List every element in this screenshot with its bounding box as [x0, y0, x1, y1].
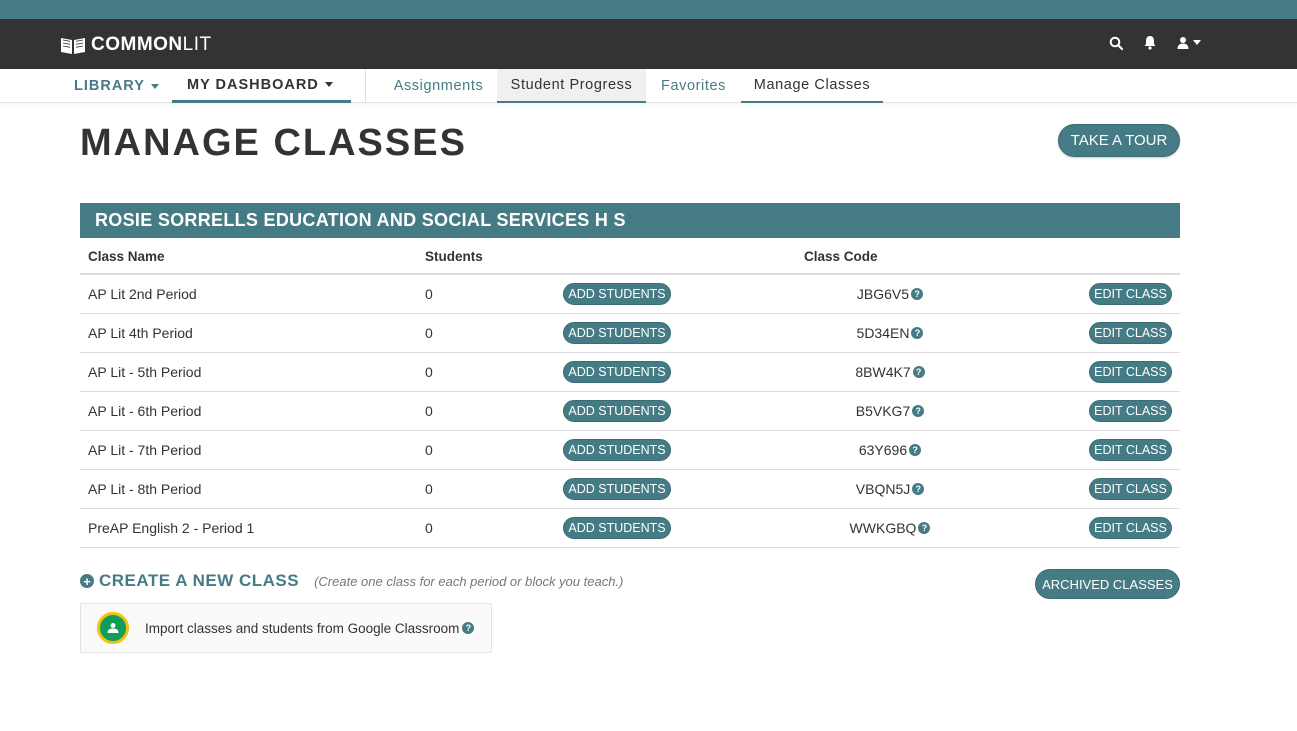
add-students-button[interactable]: ADD STUDENTS	[563, 361, 671, 383]
table-row: AP Lit 2nd Period 0 ADD STUDENTS JBG6V5? EDI…	[80, 275, 1180, 314]
navbar-icons	[1109, 35, 1201, 50]
table-row: PreAP English 2 - Period 1 0 ADD STUDENTS W…	[80, 509, 1180, 548]
table-row: AP Lit - 8th Period 0 ADD STUDENTS VBQN5J? E…	[80, 470, 1180, 509]
class-code: 5D34EN	[856, 325, 910, 341]
top-accent-strip	[0, 0, 1297, 19]
add-students-button[interactable]: ADD STUDENTS	[563, 517, 671, 539]
edit-class-button[interactable]: EDIT CLASS	[1089, 361, 1172, 383]
student-count: 0	[425, 403, 433, 419]
edit-class-button[interactable]: EDIT CLASS	[1089, 478, 1172, 500]
school-header: ROSIE SORRELLS EDUCATION AND SOCIAL SERV…	[80, 203, 1180, 238]
student-count: 0	[425, 520, 433, 536]
class-code-cell: 63Y696?	[780, 442, 1000, 458]
take-a-tour-button[interactable]: TAKE A TOUR	[1058, 124, 1180, 157]
help-icon[interactable]: ?	[462, 622, 475, 634]
library-dropdown[interactable]: LIBRARY	[74, 69, 159, 103]
archived-classes-button[interactable]: ARCHIVED CLASSES	[1035, 569, 1180, 599]
class-code-cell: VBQN5J?	[780, 481, 1000, 497]
classes-table: Class Name Students Class Code AP Lit 2n…	[80, 238, 1180, 548]
logo-wordmark: COMMONLIT	[91, 34, 212, 55]
edit-class-button[interactable]: EDIT CLASS	[1089, 517, 1172, 539]
google-classroom-import[interactable]: Import classes and students from Google …	[80, 603, 492, 653]
help-icon[interactable]: ?	[918, 522, 931, 534]
class-code: 63Y696	[858, 442, 908, 458]
search-icon[interactable]	[1109, 36, 1123, 50]
student-count: 0	[425, 442, 433, 458]
commonlit-logo[interactable]: COMMONLIT	[60, 34, 212, 56]
class-code: 8BW4K7	[855, 364, 911, 380]
header-students: Students	[425, 249, 483, 264]
nav-divider	[365, 69, 366, 103]
class-name: AP Lit - 5th Period	[88, 364, 202, 380]
top-navbar: COMMONLIT	[0, 19, 1297, 69]
edit-class-button[interactable]: EDIT CLASS	[1089, 322, 1172, 344]
add-students-button[interactable]: ADD STUDENTS	[563, 400, 671, 422]
class-code-cell: 8BW4K7?	[780, 364, 1000, 380]
class-code: JBG6V5	[856, 286, 910, 302]
help-icon[interactable]: ?	[912, 405, 925, 417]
class-name: AP Lit 4th Period	[88, 325, 193, 341]
help-icon[interactable]: ?	[912, 483, 925, 495]
my-dashboard-label: MY DASHBOARD	[187, 76, 319, 93]
user-menu-icon[interactable]	[1177, 36, 1201, 50]
tab-favorites[interactable]: Favorites	[646, 69, 741, 103]
google-classroom-import-text: Import classes and students from Google …	[145, 620, 460, 636]
tab-assignments[interactable]: Assignments	[380, 69, 497, 103]
chevron-down-icon	[1193, 40, 1201, 45]
student-count: 0	[425, 325, 433, 341]
chevron-down-icon	[150, 83, 159, 89]
library-label: LIBRARY	[74, 78, 145, 94]
class-code: WWKGBQ	[849, 520, 917, 536]
plus-circle-icon[interactable]: +	[80, 574, 94, 588]
page-title: MANAGE CLASSES	[80, 122, 467, 164]
add-students-button[interactable]: ADD STUDENTS	[563, 283, 671, 305]
add-students-button[interactable]: ADD STUDENTS	[563, 322, 671, 344]
class-code: B5VKG7	[855, 403, 911, 419]
my-dashboard-dropdown[interactable]: MY DASHBOARD	[172, 69, 351, 103]
edit-class-button[interactable]: EDIT CLASS	[1089, 439, 1172, 461]
class-code-cell: B5VKG7?	[780, 403, 1000, 419]
edit-class-button[interactable]: EDIT CLASS	[1089, 283, 1172, 305]
table-row: AP Lit 4th Period 0 ADD STUDENTS 5D34EN? EDI…	[80, 314, 1180, 353]
header-class-code: Class Code	[804, 249, 878, 264]
create-new-class-link[interactable]: CREATE A NEW CLASS	[99, 571, 299, 591]
class-code-cell: 5D34EN?	[780, 325, 1000, 341]
student-count: 0	[425, 286, 433, 302]
table-body: AP Lit 2nd Period 0 ADD STUDENTS JBG6V5? EDI…	[80, 275, 1180, 548]
book-icon	[61, 38, 85, 54]
table-row: AP Lit - 6th Period 0 ADD STUDENTS B5VKG7? E…	[80, 392, 1180, 431]
class-code-cell: JBG6V5?	[780, 286, 1000, 302]
class-name: AP Lit - 6th Period	[88, 403, 202, 419]
class-name: AP Lit 2nd Period	[88, 286, 197, 302]
class-name: AP Lit - 7th Period	[88, 442, 202, 458]
table-row: AP Lit - 5th Period 0 ADD STUDENTS 8BW4K7? E…	[80, 353, 1180, 392]
student-count: 0	[425, 364, 433, 380]
class-name: AP Lit - 8th Period	[88, 481, 202, 497]
class-code-cell: WWKGBQ?	[780, 520, 1000, 536]
edit-class-button[interactable]: EDIT CLASS	[1089, 400, 1172, 422]
class-code: VBQN5J	[855, 481, 911, 497]
add-students-button[interactable]: ADD STUDENTS	[563, 478, 671, 500]
add-students-button[interactable]: ADD STUDENTS	[563, 439, 671, 461]
tab-manage-classes[interactable]: Manage Classes	[741, 69, 883, 103]
google-classroom-icon	[97, 612, 129, 644]
chevron-down-icon	[324, 82, 333, 87]
table-header: Class Name Students Class Code	[80, 238, 1180, 275]
bell-icon[interactable]	[1143, 35, 1157, 50]
help-icon[interactable]: ?	[911, 288, 924, 300]
help-icon[interactable]: ?	[911, 327, 924, 339]
help-icon[interactable]: ?	[912, 366, 925, 378]
create-class-section: + CREATE A NEW CLASS (Create one class f…	[80, 571, 623, 591]
table-row: AP Lit - 7th Period 0 ADD STUDENTS 63Y696? E…	[80, 431, 1180, 470]
tab-student-progress[interactable]: Student Progress	[497, 69, 646, 103]
header-class-name: Class Name	[88, 249, 165, 264]
help-icon[interactable]: ?	[909, 444, 922, 456]
dashboard-subnav: LIBRARY MY DASHBOARD Assignments Student…	[0, 69, 1297, 103]
class-name: PreAP English 2 - Period 1	[88, 520, 255, 536]
student-count: 0	[425, 481, 433, 497]
create-class-hint: (Create one class for each period or blo…	[314, 573, 624, 589]
